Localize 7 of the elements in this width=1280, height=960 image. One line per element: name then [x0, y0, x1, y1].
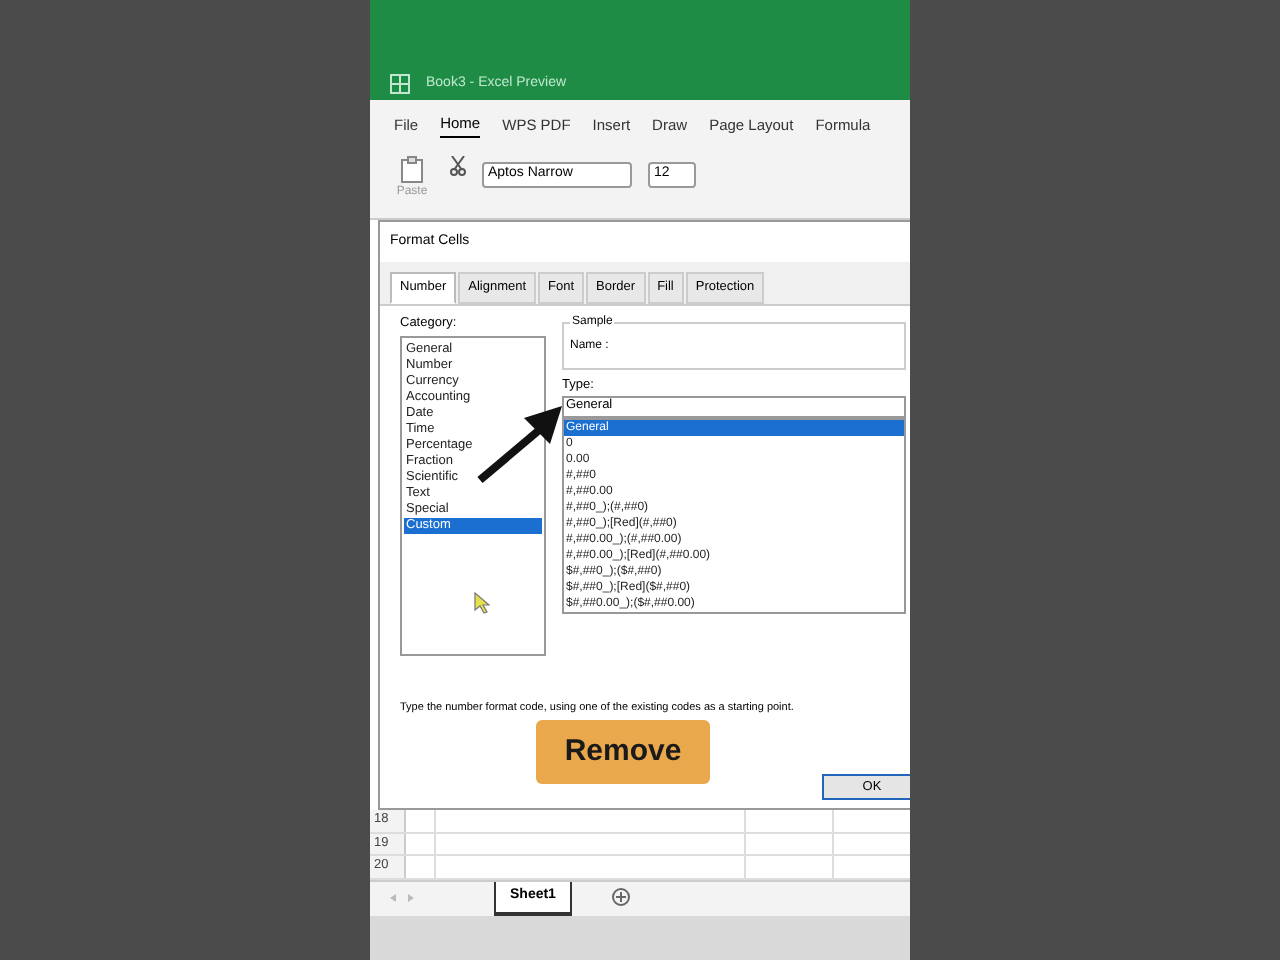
scissors-icon[interactable] — [450, 156, 466, 176]
arrow-icon — [476, 402, 566, 484]
add-sheet-icon[interactable] — [611, 888, 630, 906]
mouse-pointer-icon — [474, 592, 490, 614]
remove-button[interactable]: Remove — [536, 720, 710, 784]
clipboard-icon — [400, 156, 424, 184]
spreadsheet-icon — [390, 74, 410, 94]
